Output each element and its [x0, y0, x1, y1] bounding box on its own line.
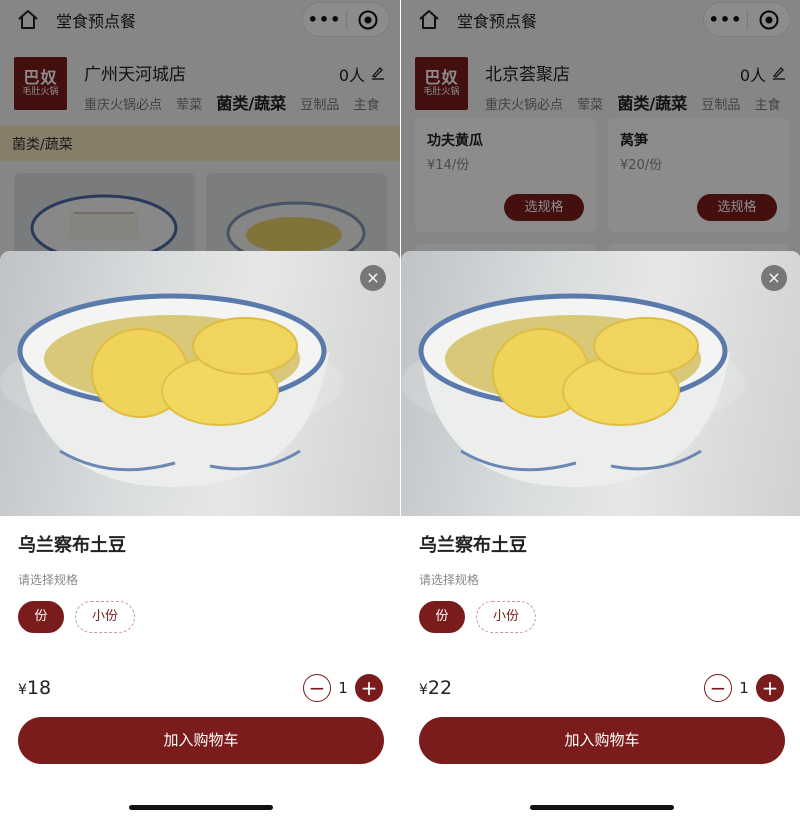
home-indicator[interactable] — [129, 805, 273, 810]
spec-option[interactable]: 小份 — [75, 601, 135, 633]
price-value: 18 — [26, 677, 52, 699]
quantity-value: 1 — [338, 679, 348, 697]
spec-option[interactable]: 小份 — [476, 601, 536, 633]
plus-icon[interactable]: + — [756, 674, 784, 702]
dish-title: 乌兰察布土豆 — [18, 535, 126, 556]
dish-title: 乌兰察布土豆 — [419, 535, 527, 556]
close-icon[interactable]: × — [761, 265, 787, 291]
minus-icon[interactable]: − — [303, 674, 331, 702]
home-indicator[interactable] — [530, 805, 674, 810]
plus-icon[interactable]: + — [355, 674, 383, 702]
add-to-cart-button[interactable]: 加入购物车 — [18, 717, 384, 764]
currency-symbol: ¥ — [419, 682, 428, 698]
right-screen: 堂食预点餐 ••• 巴奴 毛肚火锅 北京荟聚店 0人 重庆火锅必点 荤菜 菌类/… — [401, 0, 800, 819]
spec-label: 请选择规格 — [18, 573, 79, 587]
dish-photo: × — [0, 251, 400, 516]
spec-sheet: × 乌兰察布土豆 请选择规格 份 小份 ¥22 − 1 + 加入购物车 — [401, 251, 800, 819]
price: ¥22 — [419, 677, 452, 699]
spec-option-selected[interactable]: 份 — [18, 601, 64, 633]
price-value: 22 — [427, 677, 453, 699]
left-screen: 堂食预点餐 ••• 巴奴 毛肚火锅 广州天河城店 0人 重庆火锅必点 荤菜 菌类… — [0, 0, 400, 819]
quantity-stepper: − 1 + — [704, 674, 784, 702]
add-to-cart-button[interactable]: 加入购物车 — [419, 717, 785, 764]
currency-symbol: ¥ — [18, 682, 27, 698]
minus-icon[interactable]: − — [704, 674, 732, 702]
quantity-value: 1 — [739, 679, 749, 697]
spec-option-selected[interactable]: 份 — [419, 601, 465, 633]
quantity-stepper: − 1 + — [303, 674, 383, 702]
spec-label: 请选择规格 — [419, 573, 480, 587]
close-icon[interactable]: × — [360, 265, 386, 291]
dish-photo: × — [401, 251, 800, 516]
price: ¥18 — [18, 677, 51, 699]
spec-sheet: × 乌兰察布土豆 请选择规格 份 小份 ¥18 − 1 + 加入购物车 — [0, 251, 400, 819]
